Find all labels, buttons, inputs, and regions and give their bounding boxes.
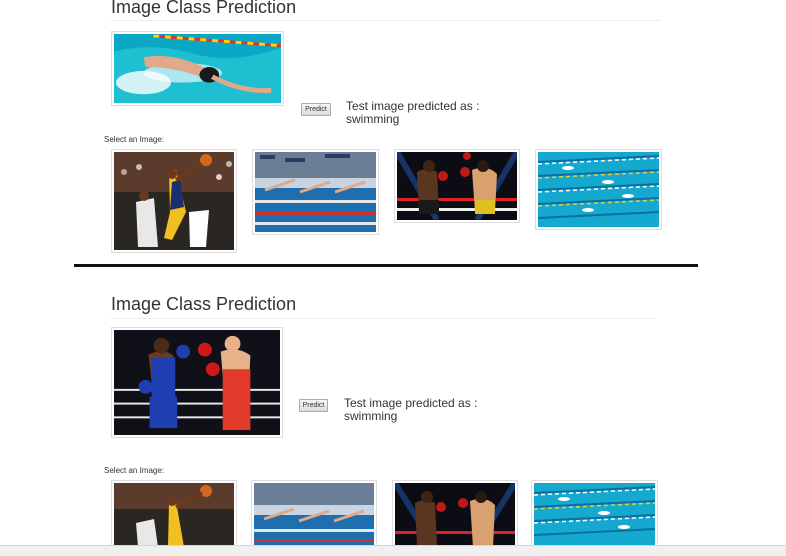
panel-2-thumbnail-basketball[interactable]: [111, 480, 237, 550]
panel-1-thumbnail-pool[interactable]: [535, 149, 662, 230]
panel-1-thumbnail-boxing[interactable]: [394, 149, 520, 223]
panel-2-result-class: swimming: [344, 409, 398, 423]
section-divider: [74, 264, 698, 267]
panel-1-predict-button[interactable]: Predict: [301, 103, 331, 116]
panel-2-thumbnail-swim-start[interactable]: [251, 480, 377, 550]
panel-2-title-rule: [111, 318, 656, 319]
panel-2-title: Image Class Prediction: [111, 294, 297, 314]
panel-2-thumbnail-boxing[interactable]: [392, 480, 518, 550]
panel-1-thumbnail-swim-start[interactable]: [252, 149, 379, 235]
panel-1-thumbnail-basketball[interactable]: [111, 149, 237, 253]
panel-1-title: Image Class Prediction: [111, 0, 297, 17]
panel-1-result-class: swimming: [346, 112, 400, 126]
panel-2-predict-button[interactable]: Predict: [299, 399, 328, 412]
panel-1-title-rule: [111, 20, 661, 21]
panel-2-select-label: Select an Image:: [104, 466, 165, 475]
panel-2-thumbnail-pool[interactable]: [531, 480, 658, 550]
panel-1-selected-image: [111, 31, 284, 106]
browser-bottom-bar: [0, 545, 786, 556]
panel-1-select-label: Select an Image:: [104, 135, 165, 144]
panel-1-result: Test image predicted as : swimming: [346, 100, 546, 126]
panel-2-result: Test image predicted as : swimming: [344, 397, 544, 423]
panel-2-selected-image: [111, 327, 283, 438]
